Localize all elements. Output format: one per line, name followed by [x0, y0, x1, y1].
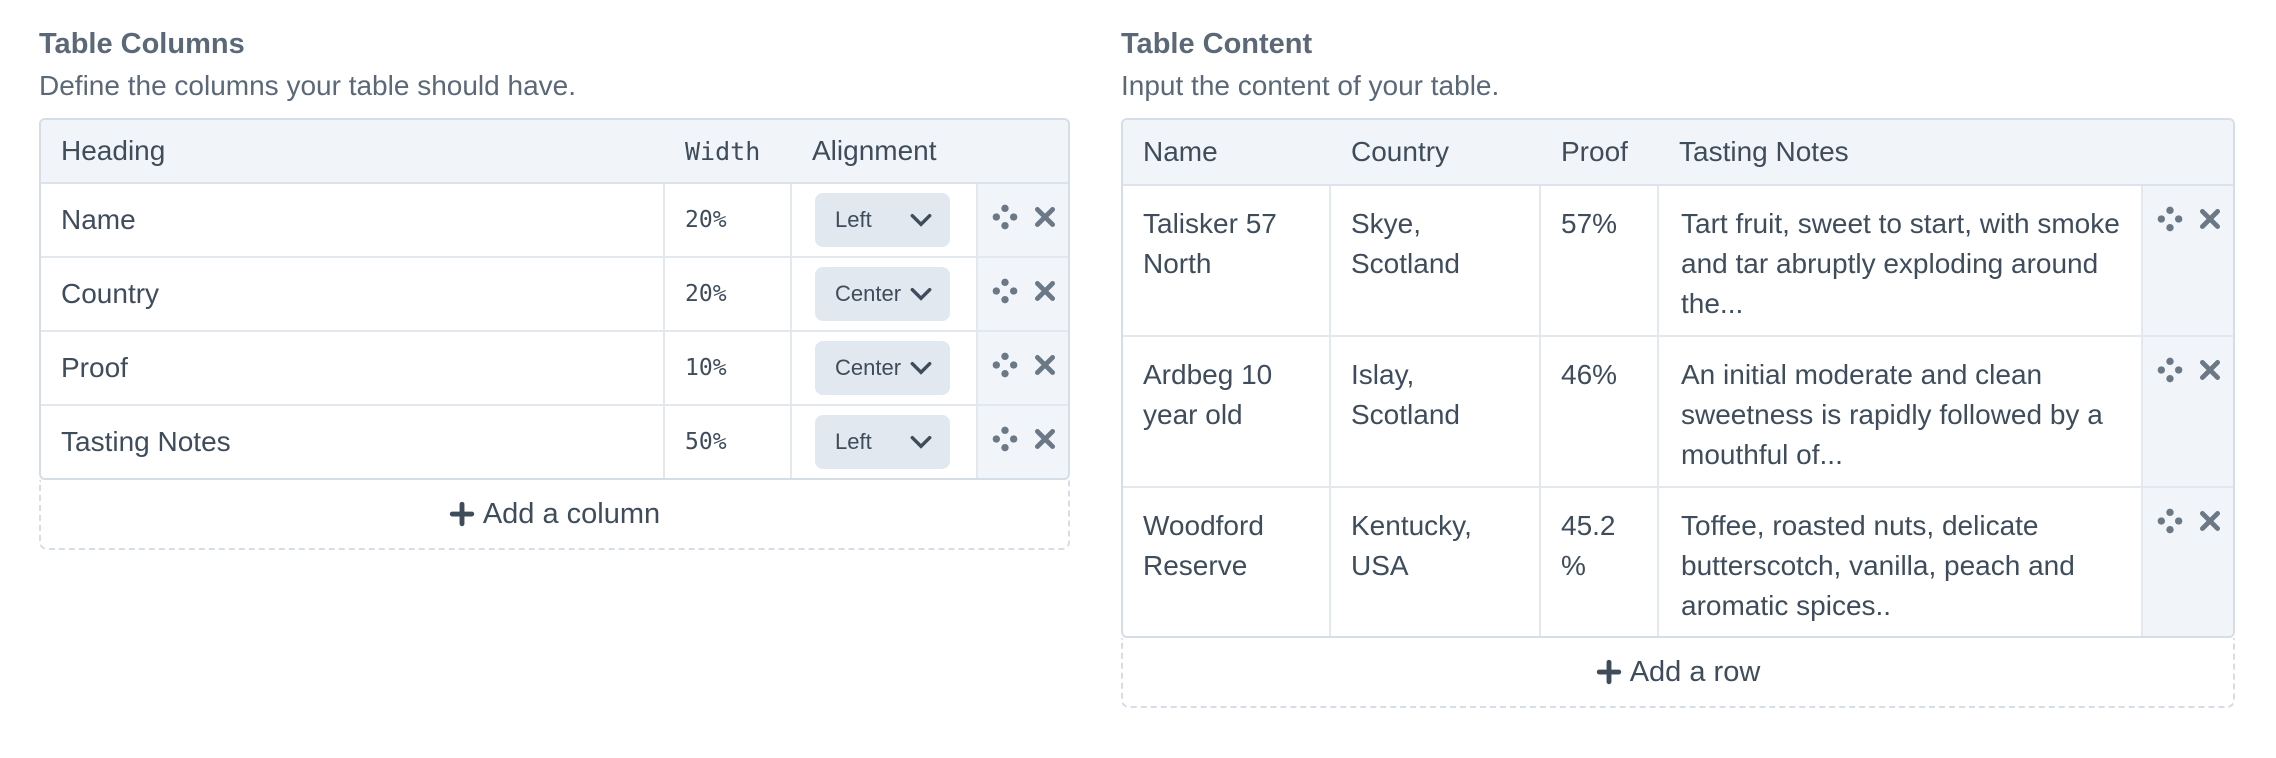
column-width-input[interactable]: 10%: [665, 332, 792, 406]
close-icon[interactable]: [2197, 206, 2223, 232]
content-table: Name Country Proof Tasting Notes Taliske…: [1121, 118, 2235, 638]
columns-table: Heading Width Alignment Name 20% Left Co…: [39, 118, 1070, 480]
alignment-select-value: Center: [835, 355, 902, 380]
content-header-country: Country: [1331, 120, 1541, 186]
column-header-alignment: Alignment: [792, 120, 978, 184]
move-icon[interactable]: [992, 352, 1018, 378]
column-width-input[interactable]: 20%: [665, 184, 792, 258]
chevron-down-icon: [910, 361, 932, 375]
row-actions: [2143, 186, 2233, 337]
content-header-name: Name: [1123, 120, 1331, 186]
content-cell-name[interactable]: Ardbeg 10 year old: [1123, 337, 1331, 488]
column-header-heading: Heading: [41, 120, 665, 184]
close-icon[interactable]: [1032, 426, 1058, 452]
content-cell-name[interactable]: Woodford Reserve: [1123, 488, 1331, 636]
row-actions: [978, 332, 1068, 406]
alignment-select-value: Center: [835, 281, 902, 306]
close-icon[interactable]: [1032, 352, 1058, 378]
move-icon[interactable]: [2157, 206, 2183, 232]
alignment-select[interactable]: Left: [815, 193, 950, 247]
move-icon[interactable]: [992, 278, 1018, 304]
column-heading-input[interactable]: Proof: [41, 332, 665, 406]
content-cell-name[interactable]: Talisker 57 North: [1123, 186, 1331, 337]
column-heading-input[interactable]: Name: [41, 184, 665, 258]
content-header-actions: [2143, 120, 2233, 186]
panel-title: Table Content: [1121, 28, 1313, 60]
alignment-select[interactable]: Left: [815, 415, 950, 469]
add-row-button[interactable]: Add a row: [1121, 638, 2235, 708]
close-icon[interactable]: [1032, 204, 1058, 230]
alignment-select[interactable]: Center: [815, 267, 950, 321]
add-row-label: Add a row: [1629, 655, 1761, 688]
panel-subtitle: Input the content of your table.: [1121, 70, 1500, 101]
chevron-down-icon: [910, 435, 932, 449]
move-icon[interactable]: [2157, 357, 2183, 383]
chevron-down-icon: [910, 287, 932, 301]
table-content-panel: Table Content Input the content of your …: [1121, 26, 2235, 708]
alignment-select-value: Left: [835, 429, 872, 454]
column-alignment-cell: Left: [792, 406, 978, 478]
move-icon[interactable]: [992, 426, 1018, 452]
column-alignment-cell: Left: [792, 184, 978, 258]
close-icon[interactable]: [2197, 508, 2223, 534]
content-cell-country[interactable]: Kentucky, USA: [1331, 488, 1541, 636]
table-columns-panel: Table Columns Define the columns your ta…: [39, 26, 1070, 550]
content-header-tasting-notes: Tasting Notes: [1659, 120, 2143, 186]
content-header-proof: Proof: [1541, 120, 1659, 186]
content-cell-proof[interactable]: 46%: [1541, 337, 1659, 488]
column-heading-input[interactable]: Country: [41, 258, 665, 332]
row-actions: [2143, 488, 2233, 636]
plus-icon: [1596, 659, 1621, 685]
alignment-select-value: Left: [835, 207, 872, 232]
move-icon[interactable]: [2157, 508, 2183, 534]
row-actions: [2143, 337, 2233, 488]
content-cell-tasting-notes[interactable]: Tart fruit, sweet to start, with smoke a…: [1659, 186, 2143, 337]
column-alignment-cell: Center: [792, 258, 978, 332]
column-width-input[interactable]: 50%: [665, 406, 792, 478]
row-actions: [978, 406, 1068, 478]
content-cell-proof[interactable]: 57%: [1541, 186, 1659, 337]
move-icon[interactable]: [992, 204, 1018, 230]
row-actions: [978, 258, 1068, 332]
column-width-input[interactable]: 20%: [665, 258, 792, 332]
column-heading-input[interactable]: Tasting Notes: [41, 406, 665, 478]
plus-icon: [449, 501, 475, 527]
alignment-select[interactable]: Center: [815, 341, 950, 395]
column-alignment-cell: Center: [792, 332, 978, 406]
content-cell-country[interactable]: Skye, Scotland: [1331, 186, 1541, 337]
panel-subtitle: Define the columns your table should hav…: [39, 70, 576, 101]
close-icon[interactable]: [2197, 357, 2223, 383]
chevron-down-icon: [910, 213, 932, 227]
add-column-button[interactable]: Add a column: [39, 480, 1070, 550]
column-header-actions: [978, 120, 1068, 184]
panel-title: Table Columns: [39, 28, 245, 60]
content-cell-proof[interactable]: 45.2 %: [1541, 488, 1659, 636]
content-cell-tasting-notes[interactable]: An initial moderate and clean sweetness …: [1659, 337, 2143, 488]
close-icon[interactable]: [1032, 278, 1058, 304]
column-header-width: Width: [665, 120, 792, 184]
add-column-label: Add a column: [482, 497, 661, 530]
row-actions: [978, 184, 1068, 258]
content-cell-country[interactable]: Islay, Scotland: [1331, 337, 1541, 488]
content-cell-tasting-notes[interactable]: Toffee, roasted nuts, delicate buttersco…: [1659, 488, 2143, 636]
